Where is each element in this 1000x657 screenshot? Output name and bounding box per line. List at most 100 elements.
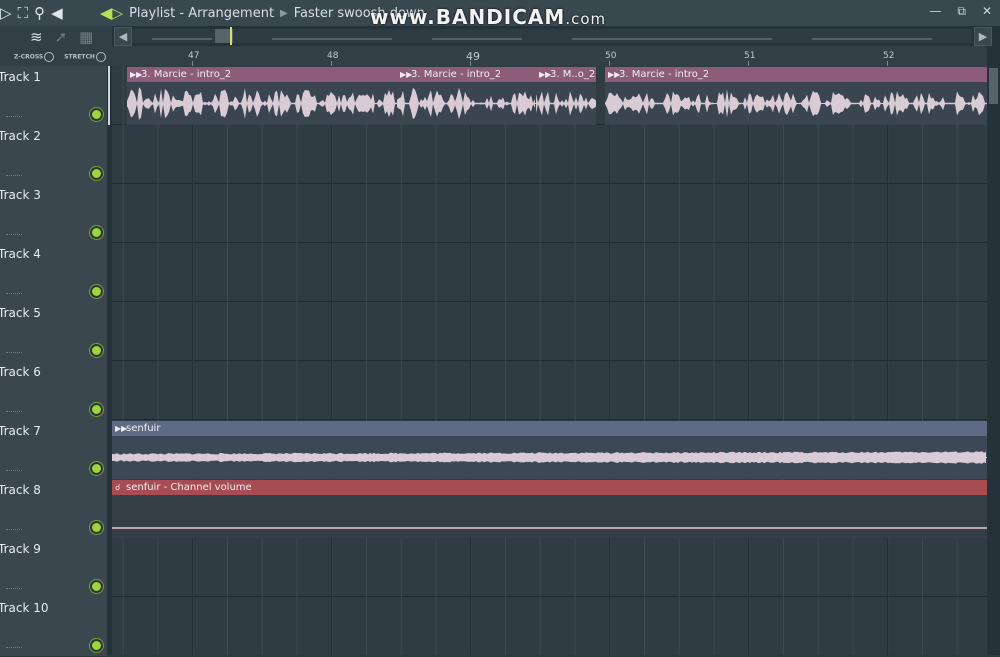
track-mute-led-icon[interactable] — [90, 462, 103, 475]
overview-track[interactable] — [132, 29, 972, 43]
window-controls: — ⧉ ✕ — [929, 4, 992, 19]
overview-clip — [272, 38, 392, 40]
zcross-toggle[interactable]: Z-CROSS — [14, 52, 55, 62]
track-grip-icon[interactable] — [6, 411, 22, 414]
track-grip-icon[interactable] — [6, 175, 22, 178]
track-header-3[interactable]: Track 3 — [0, 184, 107, 244]
track-mute-led-icon[interactable] — [90, 226, 103, 239]
playlist-grid[interactable]: ▶▶ 3. Marcie - intro_2 ▶▶ 3. Marcie - intr… — [112, 66, 987, 655]
clip-menu-icon[interactable]: ▶▶ — [608, 67, 620, 82]
track-name: Track 10 — [0, 601, 49, 615]
track-header-1[interactable]: Track 1 — [0, 66, 107, 126]
tool-panel: ≋ ➚ ▦ Z-CROSS STRETCH — [0, 26, 113, 66]
vertical-scroll-thumb[interactable] — [989, 68, 998, 104]
track-mute-led-icon[interactable] — [90, 285, 103, 298]
speaker-icon[interactable]: ◀ — [51, 3, 63, 23]
track-mute-led-icon[interactable] — [90, 167, 103, 180]
track-grip-icon[interactable] — [6, 352, 22, 355]
track-header-5[interactable]: Track 5 — [0, 302, 107, 362]
clip-header: ▶▶ 3. Marcie - intro_2 — [397, 67, 536, 82]
bar-number: 51 — [744, 51, 756, 61]
clip-header: ▶▶ 3. M..o_2 — [536, 67, 596, 82]
waveform-icon — [605, 89, 987, 118]
automation-clip[interactable]: ☌ senfuir - Channel volume — [112, 480, 987, 538]
track-header-4[interactable]: Track 4 — [0, 243, 107, 303]
automation-icon[interactable]: ➚ — [55, 28, 68, 46]
track-grip-icon[interactable] — [6, 116, 22, 119]
clip-header: ▶▶ 3. Marcie - intro_2 — [605, 67, 987, 82]
scroll-left-icon[interactable]: ◀ — [114, 27, 132, 46]
track-grip-icon[interactable] — [6, 234, 22, 237]
audio-clip[interactable]: ▶▶ 3. Marcie - intro_2 — [605, 67, 987, 125]
waveform-icon[interactable]: ≋ — [30, 28, 43, 46]
zcross-label: Z-CROSS — [14, 53, 44, 61]
stretch-toggle[interactable]: STRETCH — [64, 52, 106, 62]
overview-scrollbar[interactable]: ◀ ▶ — [112, 26, 1000, 46]
waveform-icon — [112, 451, 987, 464]
clip-label: 3. M..o_2 — [550, 69, 596, 80]
piano-icon[interactable]: ▦ — [79, 28, 93, 46]
track-header-6[interactable]: Track 6 — [0, 361, 107, 421]
clip-menu-icon[interactable]: ▶▶ — [539, 67, 551, 82]
overview-clip — [432, 38, 522, 40]
timeline-ruler[interactable]: 47 48 49 50 51 52 — [112, 46, 987, 67]
track-grip-icon[interactable] — [6, 588, 22, 591]
track-grip-icon[interactable] — [6, 647, 22, 650]
automation-icon[interactable]: ☌ — [115, 480, 120, 495]
track-name: Track 1 — [0, 70, 41, 84]
clip-header: ▶▶ senfuir — [112, 421, 987, 436]
audio-clip[interactable]: ▶▶ 3. Marcie - intro_2 — [397, 67, 536, 125]
minimize-icon[interactable]: — — [929, 4, 941, 19]
bar-number: 50 — [605, 51, 617, 61]
stretch-knob-icon[interactable] — [95, 52, 106, 62]
track-grip-icon[interactable] — [6, 470, 22, 473]
zoom-icon[interactable]: ⚲ — [34, 3, 45, 23]
clip-header: ☌ senfuir - Channel volume — [112, 480, 987, 495]
track-grip-icon[interactable] — [6, 293, 22, 296]
speaker-icon[interactable]: ◀▷ — [100, 4, 123, 22]
waveform-icon — [127, 87, 397, 120]
track-header-2[interactable]: Track 2 — [0, 125, 107, 185]
track-grip-icon[interactable] — [6, 529, 22, 532]
audio-clip-senfuir[interactable]: ▶▶ senfuir — [112, 421, 987, 479]
scroll-right-icon[interactable]: ▶ — [974, 27, 992, 46]
track-header-9[interactable]: Track 9 — [0, 538, 107, 598]
waveform-icon — [397, 87, 536, 120]
track-name: Track 4 — [0, 247, 41, 261]
track-mute-led-icon[interactable] — [90, 521, 103, 534]
tool-labels: Z-CROSS STRETCH — [14, 52, 106, 62]
audio-clip[interactable]: ▶▶ 3. Marcie - intro_2 — [127, 67, 397, 125]
audio-clip[interactable]: ▶▶ 3. M..o_2 — [536, 67, 596, 125]
select-icon[interactable]: ⛶ — [18, 3, 29, 23]
track-name: Track 3 — [0, 188, 41, 202]
track-mute-led-icon[interactable] — [90, 403, 103, 416]
track-mute-led-icon[interactable] — [90, 108, 103, 121]
selected-track-indicator — [108, 66, 110, 125]
waveform-icon — [536, 91, 596, 116]
playhead-marker[interactable] — [230, 27, 232, 45]
track-header-10[interactable]: Track 10 — [0, 597, 107, 657]
window-name: Playlist - Arrangement — [129, 5, 275, 21]
clip-menu-icon[interactable]: ▶▶ — [400, 67, 412, 82]
overview-clip — [152, 38, 212, 40]
clip-menu-icon[interactable]: ▶▶ — [130, 67, 142, 82]
restore-icon[interactable]: ⧉ — [957, 4, 966, 19]
breadcrumb-arrow-icon: ▶ — [280, 7, 288, 19]
stretch-label: STRETCH — [64, 53, 95, 61]
clip-label: 3. Marcie - intro_2 — [619, 69, 710, 80]
track-name: Track 2 — [0, 129, 41, 143]
snap-icon[interactable]: ▷ — [0, 3, 12, 23]
vertical-scrollbar[interactable] — [987, 46, 1000, 655]
clip-header: ▶▶ 3. Marcie - intro_2 — [127, 67, 397, 82]
track-header-8[interactable]: Track 8 — [0, 479, 107, 539]
zcross-knob-icon[interactable] — [44, 52, 55, 62]
track-mute-led-icon[interactable] — [90, 580, 103, 593]
track-mute-led-icon[interactable] — [90, 344, 103, 357]
overview-clip — [812, 38, 932, 40]
clip-label: senfuir - Channel volume — [126, 482, 252, 493]
track-mute-led-icon[interactable] — [90, 639, 103, 652]
track-header-7[interactable]: Track 7 — [0, 420, 107, 480]
close-icon[interactable]: ✕ — [982, 4, 992, 19]
clip-label: 3. Marcie - intro_2 — [141, 69, 232, 80]
clip-menu-icon[interactable]: ▶▶ — [115, 421, 127, 436]
